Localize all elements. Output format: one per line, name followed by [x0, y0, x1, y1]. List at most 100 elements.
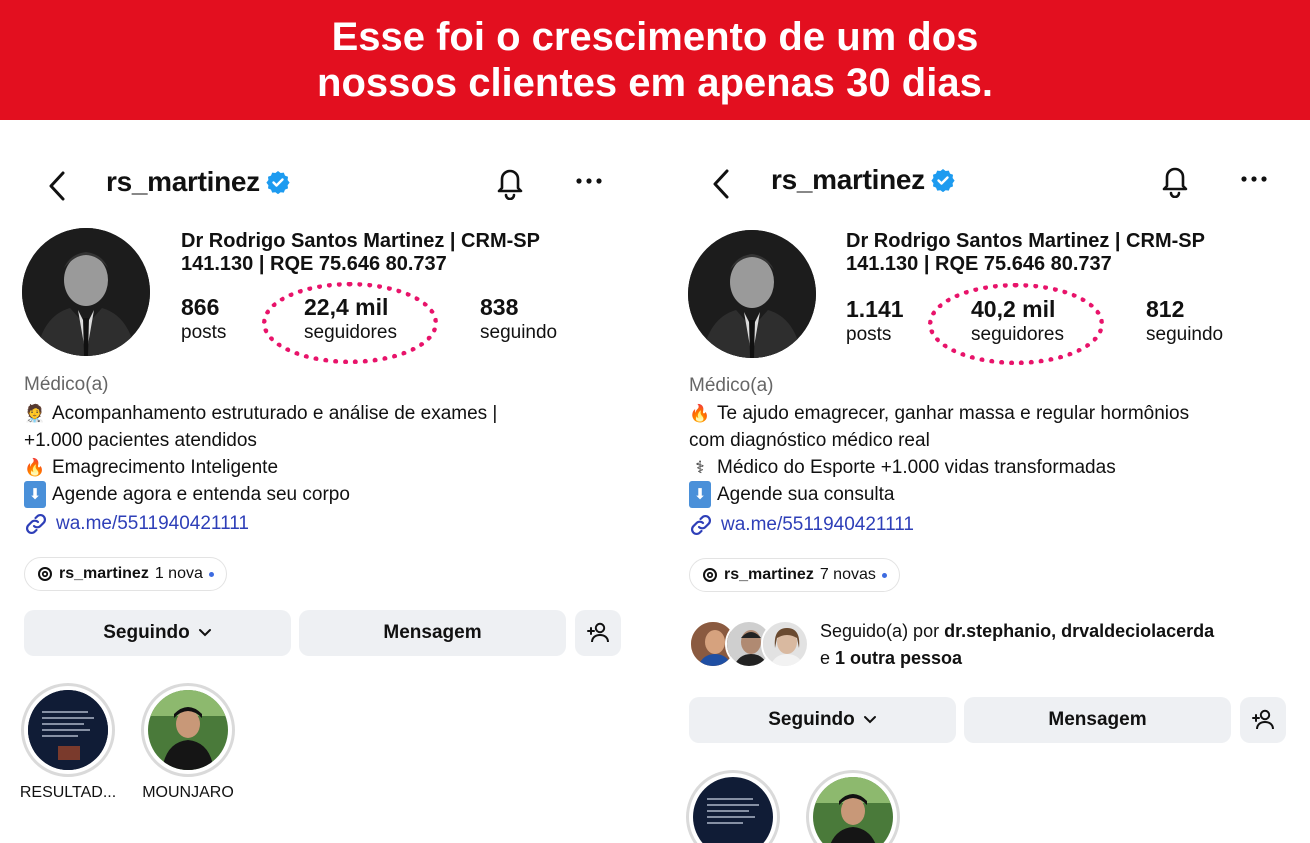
highlight-thumbnail: [693, 777, 773, 843]
username: rs_martinez: [106, 166, 260, 197]
username: rs_martinez: [771, 164, 925, 195]
back-icon[interactable]: [710, 168, 732, 200]
username-row: rs_martinez: [771, 164, 955, 196]
bio-text: +1.000 pacientes atendidos: [24, 430, 257, 451]
link-icon: [690, 514, 712, 536]
followed-prefix: Seguido(a) por: [820, 621, 945, 641]
profile-link[interactable]: wa.me/5511940421111: [689, 513, 914, 537]
followed-and: e: [820, 648, 836, 668]
following-button[interactable]: Seguindo: [24, 610, 291, 656]
add-user-icon: [1252, 709, 1274, 730]
bio-line: com diagnóstico médico real: [689, 427, 1289, 454]
following-button-label: Seguindo: [768, 709, 855, 730]
bio: 🔥 Te ajudo emagrecer, ganhar massa e regu…: [689, 400, 1289, 508]
threads-icon: [703, 568, 717, 582]
full-name-line-2: 141.130 | RQE 75.646 80.737: [846, 253, 1112, 275]
add-user-button[interactable]: [575, 610, 621, 656]
full-name-line-1: Dr Rodrigo Santos Martinez | CRM-SP: [846, 230, 1205, 252]
followed-line-2: e 1 outra pessoa: [820, 645, 1214, 672]
stethoscope-emoji-icon: ⚕: [695, 458, 705, 477]
highlight-label: RESULTAD...: [19, 784, 117, 801]
profile-category: Médico(a): [24, 374, 109, 395]
posts-label: posts: [846, 324, 892, 345]
highlight-thumbnail: [28, 690, 108, 770]
link-text: wa.me/5511940421111: [56, 513, 249, 534]
message-button[interactable]: Mensagem: [299, 610, 566, 656]
message-button-label: Mensagem: [1048, 709, 1147, 730]
highlight-story[interactable]: [141, 683, 235, 777]
highlight-story[interactable]: [686, 770, 780, 843]
posts-stat[interactable]: 866 posts: [181, 294, 226, 346]
highlight-story[interactable]: [21, 683, 115, 777]
following-count: 838: [480, 294, 519, 320]
profile-link[interactable]: wa.me/5511940421111: [24, 512, 249, 536]
followed-line-1: Seguido(a) por dr.stephanio, drvaldeciol…: [820, 618, 1214, 645]
highlight-story[interactable]: [806, 770, 900, 843]
more-options-icon[interactable]: [1241, 176, 1267, 182]
verified-badge-icon: [266, 171, 290, 194]
bell-icon[interactable]: [1159, 162, 1191, 198]
posts-label: posts: [181, 322, 227, 343]
bio-line: ⚕ Médico do Esporte +1.000 vidas transfor…: [689, 454, 1289, 481]
following-count: 812: [1146, 296, 1185, 322]
back-icon[interactable]: [46, 170, 68, 202]
add-user-icon: [587, 622, 609, 643]
bio-text: Agende agora e entenda seu corpo: [52, 484, 350, 505]
following-button[interactable]: Seguindo: [689, 697, 956, 743]
profile-avatar[interactable]: [688, 230, 816, 358]
profile-category: Médico(a): [689, 375, 774, 396]
verified-badge-icon: [931, 169, 955, 192]
bell-icon[interactable]: [494, 164, 526, 200]
following-button-label: Seguindo: [103, 622, 190, 643]
posts-count: 866: [181, 294, 220, 320]
bio-text: Médico do Esporte +1.000 vidas transform…: [717, 457, 1116, 478]
threads-badge[interactable]: rs_martinez 7 novas: [689, 558, 900, 592]
mutual-followers-avatars[interactable]: [689, 620, 809, 670]
threads-username: rs_martinez: [724, 566, 814, 583]
chevron-down-icon: [863, 716, 876, 724]
mutual-followers-text[interactable]: Seguido(a) por dr.stephanio, drvaldeciol…: [820, 618, 1214, 672]
new-dot-icon: [881, 572, 887, 578]
username-row: rs_martinez: [106, 166, 290, 198]
profile-avatar[interactable]: [22, 228, 150, 356]
full-name: Dr Rodrigo Santos Martinez | CRM-SP 141.…: [846, 230, 1266, 276]
fire-emoji-icon: 🔥: [689, 404, 711, 423]
highlight-label: MOUNJARO: [142, 784, 234, 801]
full-name-line-1: Dr Rodrigo Santos Martinez | CRM-SP: [181, 230, 540, 252]
more-options-icon[interactable]: [576, 178, 602, 184]
highlight-ring: [262, 282, 438, 364]
profile-header: rs_martinez: [655, 158, 1310, 202]
bio: 🧑‍⚕️ Acompanhamento estruturado e análise…: [24, 400, 624, 508]
bio-text: Acompanhamento estruturado e análise de …: [52, 403, 498, 424]
bio-text: Agende sua consulta: [717, 484, 895, 505]
following-stat[interactable]: 838 seguindo: [480, 294, 557, 346]
full-name: Dr Rodrigo Santos Martinez | CRM-SP 141.…: [181, 230, 601, 276]
bio-line: 🔥 Te ajudo emagrecer, ganhar massa e regu…: [689, 400, 1289, 427]
followed-other: 1 outra pessoa: [835, 648, 963, 668]
add-user-button[interactable]: [1240, 697, 1286, 743]
link-icon: [25, 513, 47, 535]
banner-line-1: Esse foi o crescimento de um dos: [331, 15, 979, 59]
bio-text: Te ajudo emagrecer, ganhar massa e regul…: [717, 403, 1190, 424]
link-text: wa.me/5511940421111: [721, 514, 914, 535]
highlight-thumbnail: [148, 690, 228, 770]
following-label: seguindo: [480, 322, 558, 343]
threads-count: 1 nova: [154, 565, 203, 582]
threads-username: rs_martinez: [59, 565, 149, 582]
profile-after: rs_martinez Dr Rodrigo Santos Martinez |…: [655, 120, 1310, 843]
bio-line: ⬇ Agende agora e entenda seu corpo: [24, 481, 624, 508]
promo-banner: Esse foi o crescimento de um dos nossos …: [0, 0, 1310, 120]
down-arrow-emoji-icon: ⬇: [689, 481, 711, 508]
bio-text: Emagrecimento Inteligente: [52, 457, 279, 478]
threads-badge[interactable]: rs_martinez 1 nova: [24, 557, 227, 591]
posts-count: 1.141: [846, 296, 904, 322]
posts-stat[interactable]: 1.141 posts: [846, 296, 904, 348]
down-arrow-emoji-icon: ⬇: [24, 481, 46, 508]
following-stat[interactable]: 812 seguindo: [1146, 296, 1223, 348]
bio-line: ⬇ Agende sua consulta: [689, 481, 1289, 508]
highlight-thumbnail: [813, 777, 893, 843]
doctor-emoji-icon: 🧑‍⚕️: [24, 404, 46, 423]
bio-line: +1.000 pacientes atendidos: [24, 427, 624, 454]
message-button[interactable]: Mensagem: [964, 697, 1231, 743]
avatar: [761, 620, 809, 668]
